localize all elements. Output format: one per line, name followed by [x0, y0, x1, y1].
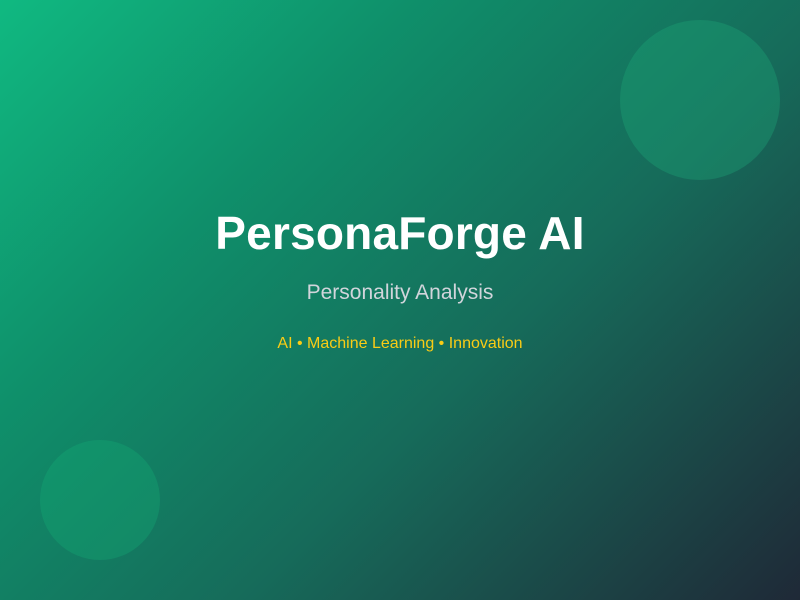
title-slide: PersonaForge AI Personality Analysis AI …: [0, 0, 800, 600]
decorative-circle-bottom-left: [40, 440, 160, 560]
decorative-circle-top-right: [620, 20, 780, 180]
slide-tagline: AI • Machine Learning • Innovation: [277, 335, 523, 352]
slide-subtitle: Personality Analysis: [306, 281, 494, 304]
slide-title: PersonaForge AI: [215, 207, 585, 259]
